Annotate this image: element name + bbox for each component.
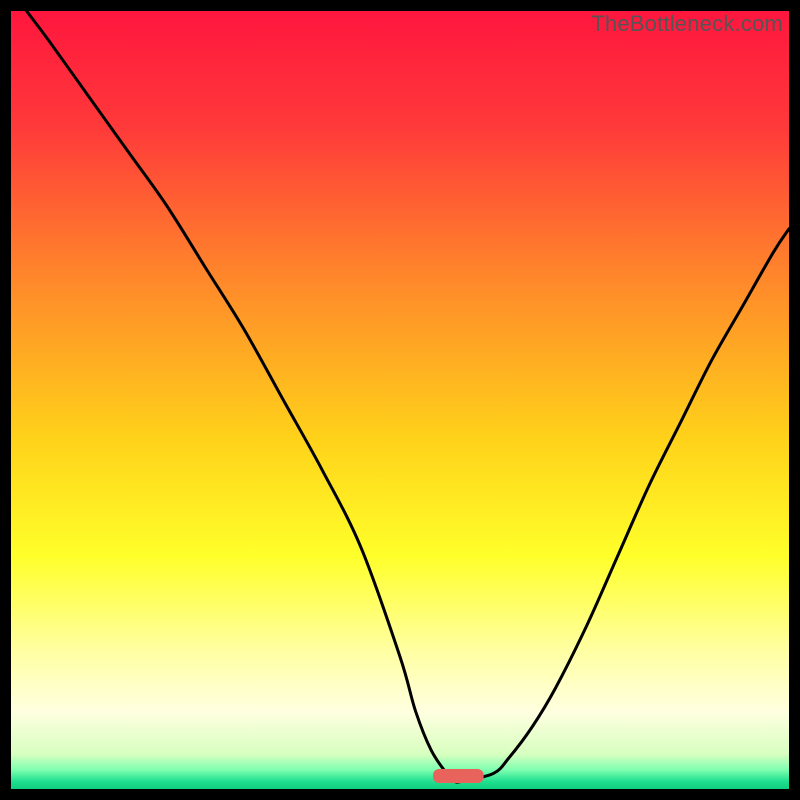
watermark-text: TheBottleneck.com bbox=[591, 11, 783, 37]
chart-frame: TheBottleneck.com bbox=[11, 11, 789, 789]
bottleneck-chart bbox=[11, 11, 789, 789]
gradient-background bbox=[11, 11, 789, 789]
min-marker bbox=[433, 769, 484, 783]
